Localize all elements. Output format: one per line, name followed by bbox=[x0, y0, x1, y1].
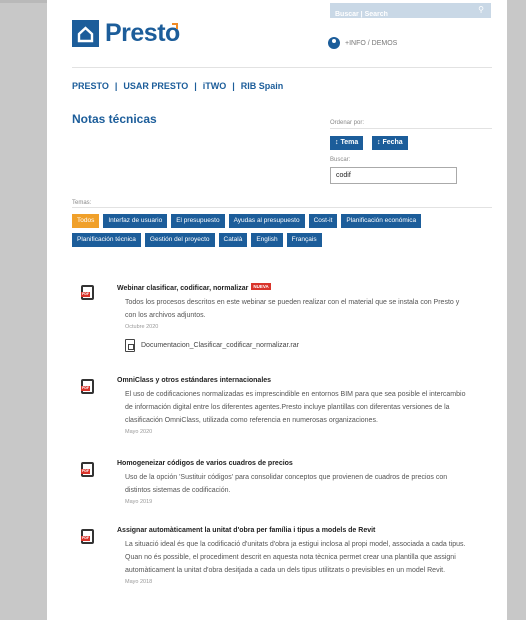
nav-separator: | bbox=[194, 81, 197, 91]
pdf-icon[interactable]: PDF bbox=[81, 285, 94, 300]
pdf-icon[interactable]: PDF bbox=[81, 379, 94, 394]
note-title[interactable]: Homogeneizar códigos de varios cuadros d… bbox=[117, 460, 467, 467]
pdf-icon-label: PDF bbox=[81, 469, 90, 474]
attachment-link[interactable]: Documentacion_Clasificar_codificar_norma… bbox=[117, 339, 467, 352]
search-icon[interactable]: ⚲ bbox=[478, 5, 484, 14]
nav-itwo[interactable]: iTWO bbox=[203, 81, 227, 91]
tag-francais[interactable]: Français bbox=[286, 233, 322, 247]
logo-text: Presto bbox=[105, 19, 180, 47]
tag-ayudas[interactable]: Ayudas al presupuesto bbox=[228, 214, 305, 228]
tag-english[interactable]: English bbox=[251, 233, 283, 247]
tag-interfaz[interactable]: Interfaz de usuario bbox=[103, 214, 168, 228]
list-item: PDF Assignar automàticament la unitat d'… bbox=[77, 527, 467, 585]
list-item: PDF Webinar clasificar, codificar, norma… bbox=[77, 283, 467, 377]
note-date: Mayo 2020 bbox=[125, 429, 153, 435]
pdf-icon-label: PDF bbox=[81, 292, 90, 297]
pdf-icon-label: PDF bbox=[81, 386, 90, 391]
divider bbox=[72, 207, 492, 208]
right-gutter bbox=[507, 0, 526, 620]
tag-gestion-proyecto[interactable]: Gestión del proyecto bbox=[144, 233, 215, 247]
tag-cost-it[interactable]: Cost-it bbox=[308, 214, 338, 228]
logo-mark bbox=[172, 23, 178, 29]
nav-separator: | bbox=[114, 81, 118, 91]
tag-catala[interactable]: Català bbox=[218, 233, 248, 247]
list-item: PDF OmniClass y otros estándares interna… bbox=[77, 377, 467, 460]
note-description: El uso de codificaciones normalizadas es… bbox=[125, 391, 466, 424]
logo[interactable]: Presto bbox=[72, 19, 180, 48]
user-icon bbox=[328, 37, 340, 49]
nav-usar-presto[interactable]: USAR PRESTO bbox=[123, 81, 188, 91]
notes-list: PDF Webinar clasificar, codificar, norma… bbox=[77, 283, 467, 585]
nav-rib-spain[interactable]: RIB Spain bbox=[241, 81, 284, 91]
note-title[interactable]: OmniClass y otros estándares internacion… bbox=[117, 377, 467, 384]
pdf-icon-label: PDF bbox=[81, 536, 90, 541]
divider bbox=[72, 67, 492, 68]
note-description: Uso de la opción 'Sustituir códigos' par… bbox=[125, 474, 448, 494]
header-search[interactable]: ⚲ bbox=[330, 3, 491, 22]
attachment-name[interactable]: Documentacion_Clasificar_codificar_norma… bbox=[141, 342, 299, 349]
search-input[interactable]: codif bbox=[330, 167, 457, 184]
main-nav: PRESTO | USAR PRESTO | iTWO | RIB Spain bbox=[72, 81, 283, 91]
file-icon bbox=[125, 339, 135, 352]
info-demos-label: +INFO / DEMOS bbox=[345, 39, 398, 47]
pdf-icon[interactable]: PDF bbox=[81, 462, 94, 477]
note-description: La situació ideal és que la codificació … bbox=[125, 541, 466, 574]
note-date: Mayo 2019 bbox=[125, 499, 153, 505]
divider bbox=[330, 128, 492, 129]
note-title[interactable]: Assignar automàticament la unitat d'obra… bbox=[117, 527, 467, 534]
list-item: PDF Homogeneizar códigos de varios cuadr… bbox=[77, 460, 467, 527]
tag-presupuesto[interactable]: El presupuesto bbox=[171, 214, 225, 228]
info-demos-link[interactable]: +INFO / DEMOS bbox=[328, 37, 397, 49]
page: ⚲ Presto +INFO / DEMOS PRESTO | USAR PRE… bbox=[47, 0, 507, 620]
note-date: Mayo 2018 bbox=[125, 579, 153, 585]
temas-label: Temas: bbox=[72, 200, 92, 206]
note-description: Todos los procesos descritos en este web… bbox=[125, 299, 460, 319]
search-label: Buscar: bbox=[330, 157, 351, 163]
header-search-input[interactable] bbox=[330, 7, 470, 22]
note-date: Octubre 2020 bbox=[125, 324, 159, 330]
logo-house-icon bbox=[72, 20, 99, 47]
topic-tags: Todos Interfaz de usuario El presupuesto… bbox=[72, 214, 472, 247]
pdf-icon[interactable]: PDF bbox=[81, 529, 94, 544]
nav-separator: | bbox=[232, 81, 235, 91]
note-title[interactable]: Webinar clasificar, codificar, normaliza… bbox=[117, 283, 467, 292]
new-badge: NUEVA bbox=[251, 283, 271, 290]
tag-todos[interactable]: Todos bbox=[72, 214, 100, 228]
tag-planificacion-tecnica[interactable]: Planificación técnica bbox=[72, 233, 141, 247]
nav-presto[interactable]: PRESTO bbox=[72, 81, 109, 91]
note-title-text[interactable]: Webinar clasificar, codificar, normaliza… bbox=[117, 285, 248, 292]
sort-label: Ordenar por: bbox=[330, 120, 365, 126]
page-title: Notas técnicas bbox=[72, 112, 157, 126]
tag-planificacion-economica[interactable]: Planificación económica bbox=[341, 214, 422, 228]
sort-tema-button[interactable]: ↕ Tema bbox=[330, 136, 364, 150]
sort-fecha-button[interactable]: ↕ Fecha bbox=[372, 136, 408, 150]
